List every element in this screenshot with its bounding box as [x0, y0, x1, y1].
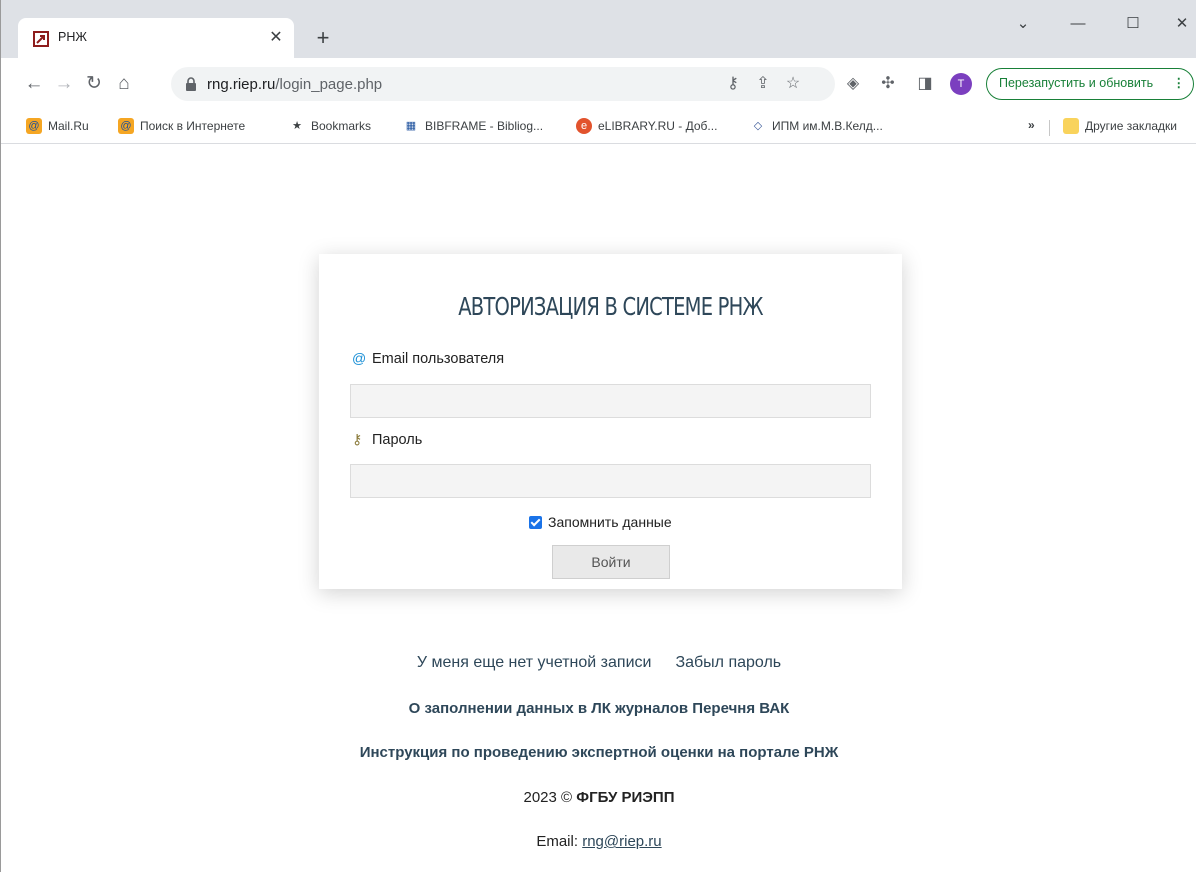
update-button[interactable]: Перезапустить и обновить ⋮: [986, 68, 1194, 100]
mailru-icon: @: [26, 118, 42, 134]
bookmark-mailru[interactable]: @ Mail.Ru: [26, 118, 89, 136]
login-title: АВТОРИЗАЦИЯ В СИСТЕМЕ РНЖ: [458, 292, 763, 321]
browser-toolbar: ← → ↻ ⌂ rng.riep.ru/login_page.php ⚷ ⇪ ☆…: [1, 58, 1196, 110]
url-text: rng.riep.ru/login_page.php: [207, 76, 383, 93]
minimize-button[interactable]: —: [1063, 12, 1093, 36]
back-button[interactable]: ←: [21, 71, 47, 97]
key-icon: ⚷: [352, 431, 363, 447]
bookmark-star-icon[interactable]: ☆: [781, 73, 805, 95]
extensions-puzzle-icon[interactable]: ✣: [876, 72, 900, 96]
page-content: АВТОРИЗАЦИЯ В СИСТЕМЕ РНЖ @ Email пользов…: [1, 145, 1196, 872]
remember-me[interactable]: Запомнить данные: [529, 514, 672, 530]
bookmarks-overflow-icon[interactable]: »: [1028, 118, 1035, 136]
browser-window: РНЖ ✕ + ⌄ — ☐ ✕ ← → ↻ ⌂ rng.riep.ru/logi…: [0, 0, 1196, 872]
more-menu-icon[interactable]: ⋮: [1173, 69, 1186, 98]
bookmark-search[interactable]: @ Поиск в Интернете: [118, 118, 245, 136]
extension-icon[interactable]: ◈: [841, 72, 865, 96]
close-window-button[interactable]: ✕: [1167, 12, 1196, 36]
bookmark-elibrary[interactable]: e eLIBRARY.RU - Доб...: [576, 118, 717, 136]
bookmark-other[interactable]: Другие закладки: [1063, 118, 1177, 136]
share-icon[interactable]: ⇪: [751, 73, 775, 95]
tab-search-chevron-icon[interactable]: ⌄: [1008, 12, 1038, 36]
side-panel-icon[interactable]: ◨: [913, 72, 937, 96]
tab-strip: РНЖ ✕ + ⌄ — ☐ ✕: [1, 0, 1196, 58]
bookmarks-bar: @ Mail.Ru @ Поиск в Интернете ★ Bookmarks ▦…: [1, 110, 1196, 144]
at-sign-icon: @: [352, 350, 367, 366]
register-link[interactable]: У меня еще нет учетной записи: [417, 654, 652, 671]
tab-title: РНЖ: [58, 30, 87, 44]
ipm-icon: ◇: [753, 120, 763, 132]
copyright: 2023 © ФГБУ РИЭПП: [523, 789, 675, 806]
account-links: У меня еще нет учетной записи Забыл парол…: [1, 654, 1196, 672]
bookmark-bookmarks[interactable]: ★ Bookmarks: [289, 118, 371, 136]
bibframe-icon: ▦: [405, 120, 417, 132]
rnzh-favicon-icon: [33, 31, 49, 47]
home-button[interactable]: ⌂: [111, 71, 137, 97]
forward-button[interactable]: →: [51, 71, 77, 97]
folder-icon: [1063, 118, 1079, 134]
search-mail-icon: @: [118, 118, 134, 134]
bookmark-bibframe[interactable]: ▦ BIBFRAME - Bibliog...: [403, 118, 543, 136]
tab-close-icon[interactable]: ✕: [266, 28, 286, 48]
address-bar[interactable]: rng.riep.ru/login_page.php ⚷ ⇪ ☆: [171, 67, 835, 101]
bookmark-ipm[interactable]: ◇ ИПМ им.М.В.Келд...: [750, 118, 883, 136]
maximize-button[interactable]: ☐: [1118, 12, 1148, 36]
contact-email: Email: rng@riep.ru: [536, 833, 662, 850]
vak-info-link[interactable]: О заполнении данных в ЛК журналов Перечн…: [1, 700, 1196, 717]
login-card: АВТОРИЗАЦИЯ В СИСТЕМЕ РНЖ @ Email пользов…: [319, 254, 902, 589]
password-key-icon[interactable]: ⚷: [721, 73, 745, 95]
lock-icon: [186, 77, 196, 91]
reload-button[interactable]: ↻: [81, 71, 107, 97]
star-icon: ★: [292, 120, 302, 132]
email-field[interactable]: [350, 384, 871, 418]
email-label: @ Email пользователя: [352, 350, 505, 367]
password-label: ⚷ Пароль: [352, 431, 423, 448]
new-tab-button[interactable]: +: [310, 26, 336, 52]
expert-instruction-link[interactable]: Инструкция по проведению экспертной оцен…: [1, 744, 1196, 761]
login-button[interactable]: Войти: [552, 545, 670, 579]
tab-active[interactable]: РНЖ ✕: [18, 18, 294, 58]
elibrary-icon: e: [576, 118, 592, 134]
password-field[interactable]: [350, 464, 871, 498]
forgot-password-link[interactable]: Забыл пароль: [675, 654, 781, 671]
email-link[interactable]: rng@riep.ru: [582, 833, 661, 850]
profile-avatar[interactable]: T: [950, 73, 972, 95]
remember-checkbox[interactable]: [529, 516, 542, 529]
bookmarks-separator: [1049, 120, 1050, 136]
